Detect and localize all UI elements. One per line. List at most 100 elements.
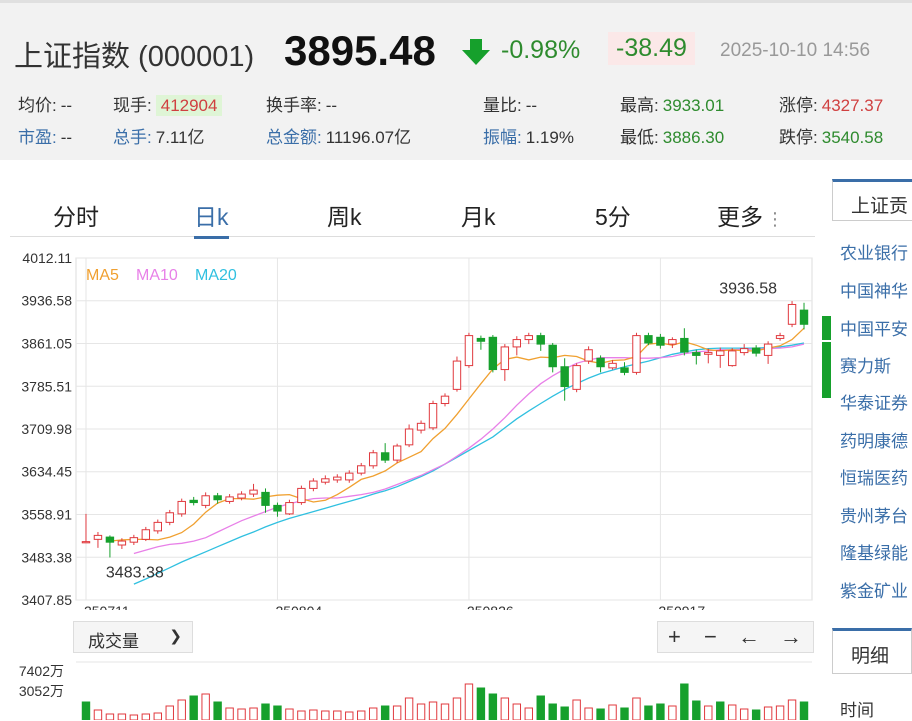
indicator-select-label: 成交量 — [88, 632, 139, 651]
candle-body — [189, 499, 198, 504]
stat-pe: 市盈: -- — [18, 123, 72, 148]
volume-bar — [799, 701, 809, 720]
volume-bar — [751, 709, 761, 720]
candle-body — [572, 365, 581, 390]
volume-bar — [177, 699, 186, 720]
candle-body — [476, 337, 486, 342]
tab-detail[interactable]: 明细 — [832, 628, 912, 674]
detail-time-header: 时间 — [840, 701, 874, 720]
tab-5min[interactable]: 5分 — [595, 198, 631, 232]
pan-right-button[interactable]: → — [780, 624, 802, 650]
candle-body — [129, 537, 139, 543]
legend-item: MA5 — [86, 267, 119, 284]
x-tick-label: 250711 — [84, 603, 130, 610]
stock-link[interactable]: 农业银行 — [840, 239, 908, 264]
stat-label: 总金额: — [266, 128, 322, 147]
candle — [428, 400, 438, 431]
candle-body — [584, 349, 593, 362]
volume-y-label: 3052万 — [19, 683, 64, 699]
price-annotation: 3483.38 — [106, 564, 164, 581]
volume-bar — [333, 710, 342, 720]
volume-bar — [165, 705, 174, 720]
tab-more[interactable]: 更多 ⋮ — [717, 198, 784, 232]
down-arrow-icon — [462, 39, 490, 65]
candle-body — [704, 352, 713, 355]
volume-bar — [428, 701, 438, 720]
stock-link[interactable]: 紫金矿业 — [840, 577, 908, 602]
volume-bar — [321, 710, 330, 720]
stat-label: 均价: — [18, 96, 57, 115]
tab-daily-k[interactable]: 日k — [194, 198, 229, 239]
stat-avg: 均价: -- — [18, 91, 72, 116]
stat-turnover: 换手率: -- — [266, 91, 337, 116]
stock-link[interactable]: 隆基绿能 — [840, 539, 908, 564]
tab-intraday[interactable]: 分时 — [53, 198, 99, 232]
volume-bar — [692, 700, 701, 720]
volume-bar — [189, 695, 198, 720]
stock-link[interactable]: 贵州茅台 — [840, 502, 908, 527]
pan-left-button[interactable]: ← — [738, 624, 760, 650]
stock-link[interactable]: 中国神华 — [840, 277, 908, 302]
indicator-select[interactable]: 成交量 ❯ — [73, 621, 193, 653]
stat-label: 最低: — [620, 128, 659, 147]
legend-item: MA10 — [136, 267, 178, 284]
stat-value: 11196.07亿 — [325, 128, 412, 147]
zoom-in-button[interactable]: + — [668, 624, 681, 650]
volume-bar — [440, 703, 450, 720]
volume-bar — [201, 693, 210, 720]
volume-bar — [704, 705, 713, 720]
y-tick-label: 3709.98 — [21, 421, 72, 437]
candle-body — [680, 337, 689, 353]
stat-label: 最高: — [620, 96, 659, 115]
stat-value: 1.19% — [525, 128, 574, 147]
stock-link[interactable]: 恒瑞医药 — [840, 464, 908, 489]
x-tick-label: 250917 — [658, 603, 705, 610]
candle-body — [333, 476, 342, 481]
candle — [787, 301, 797, 328]
kline-chart[interactable]: 4012.11 3936.58 3861.05 3785.51 3709.98 3634.… — [0, 240, 830, 610]
volume-bar — [644, 705, 653, 720]
tab-monthly-k[interactable]: 月k — [461, 198, 496, 232]
volume-bar — [620, 707, 629, 720]
volume-bar — [261, 703, 270, 720]
change-amount: -38.49 — [608, 32, 695, 65]
candle-body — [668, 339, 677, 345]
volume-bar — [787, 699, 797, 720]
zoom-out-button[interactable]: − — [704, 624, 717, 650]
stat-limit-down: 跌停: 3540.58 — [779, 123, 883, 148]
candle — [632, 332, 641, 375]
tab-weekly-k[interactable]: 周k — [327, 198, 362, 232]
period-tabs: 分时 日k 周k 月k 5分 更多 ⋮ — [10, 190, 815, 239]
stock-link[interactable]: 药明康德 — [840, 427, 908, 452]
candle-body — [644, 335, 653, 344]
volume-bar — [416, 703, 426, 720]
volume-bar — [105, 713, 115, 720]
candle — [392, 443, 402, 463]
stat-label: 换手率: — [266, 96, 322, 115]
stock-link[interactable]: 华泰证券 — [840, 389, 908, 414]
stat-label: 市盈: — [18, 128, 57, 147]
stat-high: 最高: 3933.01 — [620, 91, 724, 116]
volume-bar — [117, 713, 127, 720]
candle-body — [632, 335, 641, 373]
stat-label: 现手: — [113, 96, 152, 115]
candle — [297, 485, 306, 505]
candle — [452, 356, 462, 392]
candle — [728, 348, 737, 367]
stock-link[interactable]: 中国平安 — [840, 315, 908, 340]
volume-bar — [141, 713, 151, 720]
stock-link[interactable]: 赛力斯 — [840, 352, 891, 377]
stat-total-vol: 总手: 7.11亿 — [113, 123, 205, 148]
volume-bar — [512, 703, 522, 720]
y-tick-label: 3936.58 — [21, 293, 72, 309]
volume-chart[interactable]: 7402万 3052万 — [0, 660, 830, 720]
contribution-title[interactable]: 上证贡 — [832, 179, 912, 221]
volume-bar — [668, 705, 677, 720]
y-tick-label: 4012.11 — [22, 250, 72, 266]
volume-bar — [775, 705, 785, 720]
candle-body — [464, 335, 474, 367]
stat-value: -- — [325, 96, 338, 115]
y-tick-label: 3785.51 — [21, 378, 72, 394]
candle-body — [763, 343, 773, 356]
volume-bar — [249, 707, 258, 720]
